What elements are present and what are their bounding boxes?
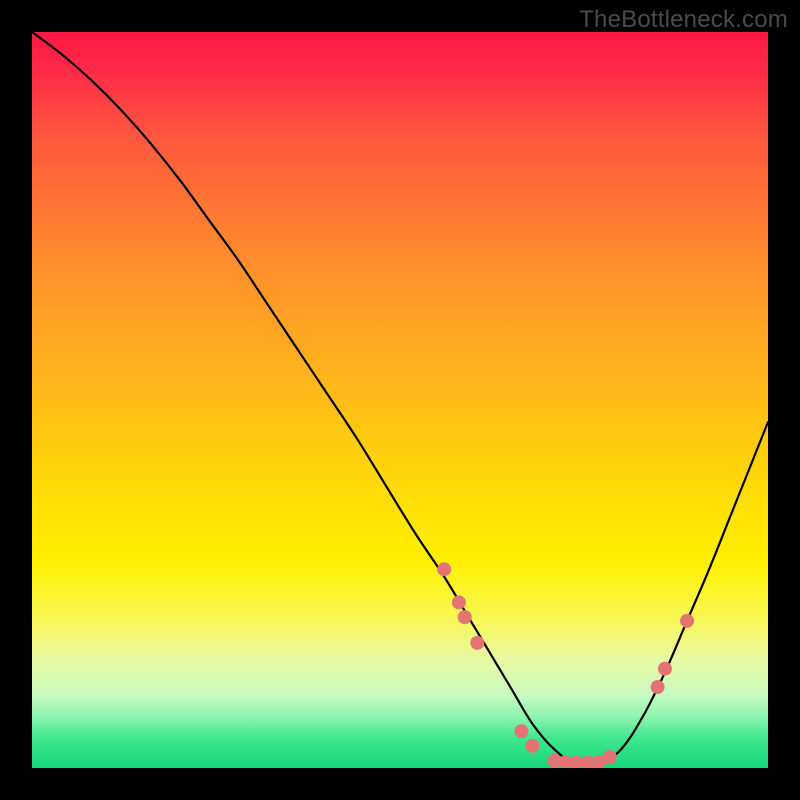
data-dot — [525, 739, 539, 753]
data-dot — [437, 562, 451, 576]
data-dot — [470, 636, 484, 650]
bottleneck-curve-chart — [32, 32, 768, 768]
data-dot — [452, 595, 466, 609]
chart-frame: TheBottleneck.com — [0, 0, 800, 800]
gradient-background — [32, 32, 768, 768]
plot-area — [32, 32, 768, 768]
data-dot — [514, 724, 528, 738]
data-dot — [651, 680, 665, 694]
watermark-text: TheBottleneck.com — [579, 6, 788, 34]
data-dot — [680, 614, 694, 628]
data-dot — [658, 662, 672, 676]
data-dot — [458, 610, 472, 624]
data-dot — [603, 750, 617, 764]
